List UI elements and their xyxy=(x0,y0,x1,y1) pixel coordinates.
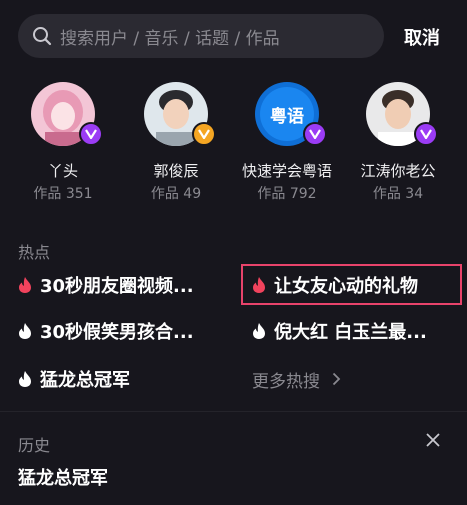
verified-badge-icon xyxy=(303,122,327,146)
hot-item-label: 30秒假笑男孩合... xyxy=(40,322,194,343)
user-name: 郭俊辰 xyxy=(153,162,199,180)
flame-icon xyxy=(19,371,31,387)
user-works-count: 作品 34 xyxy=(372,186,424,202)
hot-item[interactable]: 30秒朋友圈视频... xyxy=(18,270,194,300)
history-section-title: 历史 xyxy=(18,436,51,455)
verified-badge-icon xyxy=(192,122,216,146)
user-works-count: 作品 792 xyxy=(257,186,317,202)
suggested-users: 丫头 作品 351 郭俊辰 作品 49 粤语 快速学会粤语 作品 792 江涛你… xyxy=(0,78,467,208)
more-hot-button[interactable]: 更多热搜 xyxy=(252,364,341,394)
hot-item[interactable]: 猛龙总冠军 xyxy=(18,364,130,394)
divider xyxy=(0,411,467,412)
flame-icon xyxy=(19,277,31,293)
search-placeholder: 搜索用户 / 音乐 / 话题 / 作品 xyxy=(60,28,280,49)
hot-section-title: 热点 xyxy=(18,243,51,262)
hot-item-label: 30秒朋友圈视频... xyxy=(40,276,194,297)
flame-icon xyxy=(253,323,265,339)
verified-badge-icon xyxy=(414,122,438,146)
more-hot-label: 更多热搜 xyxy=(252,371,320,392)
user-name: 丫头 xyxy=(47,162,78,180)
history-item[interactable]: 猛龙总冠军 xyxy=(18,464,108,490)
user-works-count: 作品 351 xyxy=(33,186,93,202)
cancel-button[interactable]: 取消 xyxy=(404,24,440,50)
clear-history-close-icon[interactable] xyxy=(425,432,441,448)
hot-item[interactable]: 让女友心动的礼物 xyxy=(252,270,418,300)
search-input[interactable]: 搜索用户 / 音乐 / 话题 / 作品 xyxy=(18,14,384,58)
hot-item-label: 让女友心动的礼物 xyxy=(274,276,418,297)
hot-item-label: 猛龙总冠军 xyxy=(40,370,130,391)
search-icon xyxy=(33,27,52,46)
hot-item[interactable]: 倪大红 白玉兰最... xyxy=(252,316,427,346)
user-works-count: 作品 49 xyxy=(150,186,202,202)
user-name: 江涛你老公 xyxy=(360,162,436,180)
verified-badge-icon xyxy=(79,122,103,146)
hot-item[interactable]: 30秒假笑男孩合... xyxy=(18,316,194,346)
hot-item-label: 倪大红 白玉兰最... xyxy=(274,322,427,343)
user-name: 快速学会粤语 xyxy=(241,162,332,180)
flame-icon xyxy=(19,323,31,339)
flame-icon xyxy=(253,277,265,293)
chevron-right-icon xyxy=(332,372,341,386)
